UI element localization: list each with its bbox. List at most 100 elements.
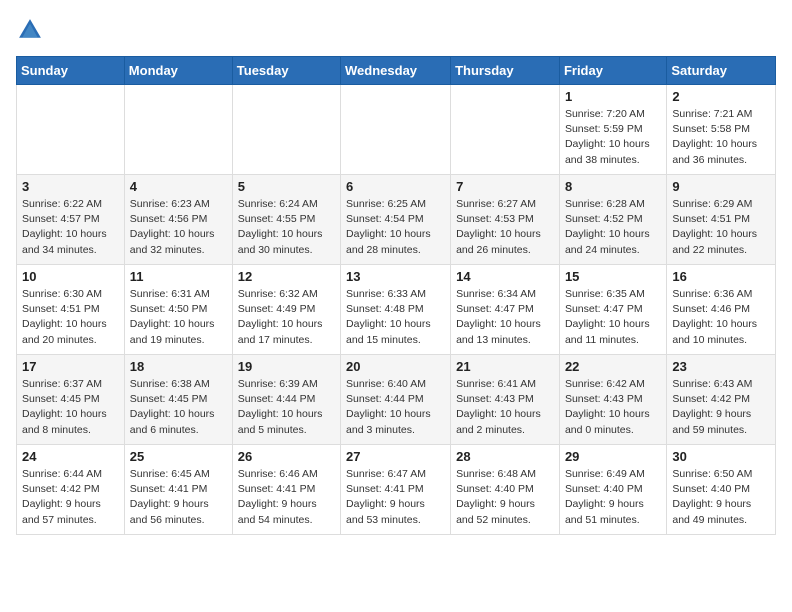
day-info: Sunrise: 6:46 AM Sunset: 4:41 PM Dayligh…: [238, 467, 335, 528]
calendar-cell: 7Sunrise: 6:27 AM Sunset: 4:53 PM Daylig…: [451, 175, 560, 265]
day-info: Sunrise: 6:22 AM Sunset: 4:57 PM Dayligh…: [22, 197, 119, 258]
calendar-day-header: Sunday: [17, 57, 125, 85]
day-number: 2: [672, 89, 770, 104]
calendar-day-header: Monday: [124, 57, 232, 85]
logo: [16, 16, 48, 44]
calendar-cell: 29 Sunrise: 6:49 AM Sunset: 4:40 PM Dayli…: [559, 445, 666, 535]
calendar-cell: [232, 85, 340, 175]
calendar-cell: 21Sunrise: 6:41 AM Sunset: 4:43 PM Dayli…: [451, 355, 560, 445]
day-number: 20: [346, 359, 445, 374]
logo-icon: [16, 16, 44, 44]
day-info: Sunrise: 6:40 AM Sunset: 4:44 PM Dayligh…: [346, 377, 445, 438]
calendar-table: SundayMondayTuesdayWednesdayThursdayFrid…: [16, 56, 776, 535]
day-info: Sunrise: 6:44 AM Sunset: 4:42 PM Dayligh…: [22, 467, 119, 528]
calendar-cell: 13 Sunrise: 6:33 AM Sunset: 4:48 PM Dayli…: [341, 265, 451, 355]
day-info: Sunrise: 6:30 AM Sunset: 4:51 PM Dayligh…: [22, 287, 119, 348]
calendar-cell: 24 Sunrise: 6:44 AM Sunset: 4:42 PM Dayli…: [17, 445, 125, 535]
calendar-cell: 1Sunrise: 7:20 AM Sunset: 5:59 PM Daylig…: [559, 85, 666, 175]
calendar-cell: 16 Sunrise: 6:36 AM Sunset: 4:46 PM Dayli…: [667, 265, 776, 355]
day-info: Sunrise: 6:34 AM Sunset: 4:47 PM Dayligh…: [456, 287, 554, 348]
calendar-cell: 28Sunrise: 6:48 AM Sunset: 4:40 PM Dayli…: [451, 445, 560, 535]
calendar-cell: 5 Sunrise: 6:24 AM Sunset: 4:55 PM Daylig…: [232, 175, 340, 265]
day-number: 12: [238, 269, 335, 284]
day-info: Sunrise: 6:24 AM Sunset: 4:55 PM Dayligh…: [238, 197, 335, 258]
day-info: Sunrise: 6:28 AM Sunset: 4:52 PM Dayligh…: [565, 197, 661, 258]
day-number: 25: [130, 449, 227, 464]
calendar-week-row: 1Sunrise: 7:20 AM Sunset: 5:59 PM Daylig…: [17, 85, 776, 175]
calendar-cell: 25 Sunrise: 6:45 AM Sunset: 4:41 PM Dayli…: [124, 445, 232, 535]
calendar-cell: 26 Sunrise: 6:46 AM Sunset: 4:41 PM Dayli…: [232, 445, 340, 535]
day-number: 21: [456, 359, 554, 374]
calendar-week-row: 3 Sunrise: 6:22 AM Sunset: 4:57 PM Daylig…: [17, 175, 776, 265]
day-number: 24: [22, 449, 119, 464]
calendar-cell: 14Sunrise: 6:34 AM Sunset: 4:47 PM Dayli…: [451, 265, 560, 355]
day-number: 26: [238, 449, 335, 464]
calendar-week-row: 17 Sunrise: 6:37 AM Sunset: 4:45 PM Dayli…: [17, 355, 776, 445]
day-info: Sunrise: 6:29 AM Sunset: 4:51 PM Dayligh…: [672, 197, 770, 258]
day-number: 29: [565, 449, 661, 464]
day-info: Sunrise: 6:23 AM Sunset: 4:56 PM Dayligh…: [130, 197, 227, 258]
calendar-day-header: Saturday: [667, 57, 776, 85]
calendar-cell: 27 Sunrise: 6:47 AM Sunset: 4:41 PM Dayli…: [341, 445, 451, 535]
calendar-body: 1Sunrise: 7:20 AM Sunset: 5:59 PM Daylig…: [17, 85, 776, 535]
day-info: Sunrise: 7:20 AM Sunset: 5:59 PM Dayligh…: [565, 107, 661, 168]
calendar-day-header: Friday: [559, 57, 666, 85]
calendar-cell: 11 Sunrise: 6:31 AM Sunset: 4:50 PM Dayli…: [124, 265, 232, 355]
calendar-cell: 19 Sunrise: 6:39 AM Sunset: 4:44 PM Dayli…: [232, 355, 340, 445]
calendar-cell: 8 Sunrise: 6:28 AM Sunset: 4:52 PM Daylig…: [559, 175, 666, 265]
calendar-header: SundayMondayTuesdayWednesdayThursdayFrid…: [17, 57, 776, 85]
calendar-cell: 12 Sunrise: 6:32 AM Sunset: 4:49 PM Dayli…: [232, 265, 340, 355]
day-info: Sunrise: 6:39 AM Sunset: 4:44 PM Dayligh…: [238, 377, 335, 438]
calendar-cell: 6 Sunrise: 6:25 AM Sunset: 4:54 PM Daylig…: [341, 175, 451, 265]
day-number: 23: [672, 359, 770, 374]
day-number: 9: [672, 179, 770, 194]
calendar-week-row: 10 Sunrise: 6:30 AM Sunset: 4:51 PM Dayli…: [17, 265, 776, 355]
day-info: Sunrise: 6:48 AM Sunset: 4:40 PM Dayligh…: [456, 467, 554, 528]
day-info: Sunrise: 6:49 AM Sunset: 4:40 PM Dayligh…: [565, 467, 661, 528]
day-info: Sunrise: 6:32 AM Sunset: 4:49 PM Dayligh…: [238, 287, 335, 348]
calendar-cell: 4 Sunrise: 6:23 AM Sunset: 4:56 PM Daylig…: [124, 175, 232, 265]
calendar-cell: [124, 85, 232, 175]
day-number: 7: [456, 179, 554, 194]
calendar-cell: [341, 85, 451, 175]
day-info: Sunrise: 6:47 AM Sunset: 4:41 PM Dayligh…: [346, 467, 445, 528]
day-number: 3: [22, 179, 119, 194]
day-number: 18: [130, 359, 227, 374]
day-number: 5: [238, 179, 335, 194]
day-number: 4: [130, 179, 227, 194]
day-info: Sunrise: 6:35 AM Sunset: 4:47 PM Dayligh…: [565, 287, 661, 348]
day-info: Sunrise: 6:33 AM Sunset: 4:48 PM Dayligh…: [346, 287, 445, 348]
calendar-day-header: Thursday: [451, 57, 560, 85]
day-number: 30: [672, 449, 770, 464]
day-info: Sunrise: 6:38 AM Sunset: 4:45 PM Dayligh…: [130, 377, 227, 438]
day-info: Sunrise: 6:43 AM Sunset: 4:42 PM Dayligh…: [672, 377, 770, 438]
day-info: Sunrise: 6:42 AM Sunset: 4:43 PM Dayligh…: [565, 377, 661, 438]
day-number: 15: [565, 269, 661, 284]
day-number: 19: [238, 359, 335, 374]
day-number: 16: [672, 269, 770, 284]
day-number: 13: [346, 269, 445, 284]
calendar-week-row: 24 Sunrise: 6:44 AM Sunset: 4:42 PM Dayli…: [17, 445, 776, 535]
calendar-cell: 10 Sunrise: 6:30 AM Sunset: 4:51 PM Dayli…: [17, 265, 125, 355]
calendar-cell: 23 Sunrise: 6:43 AM Sunset: 4:42 PM Dayli…: [667, 355, 776, 445]
day-info: Sunrise: 6:37 AM Sunset: 4:45 PM Dayligh…: [22, 377, 119, 438]
day-number: 6: [346, 179, 445, 194]
day-info: Sunrise: 6:50 AM Sunset: 4:40 PM Dayligh…: [672, 467, 770, 528]
calendar-cell: 15 Sunrise: 6:35 AM Sunset: 4:47 PM Dayli…: [559, 265, 666, 355]
calendar-day-header: Tuesday: [232, 57, 340, 85]
calendar-cell: [451, 85, 560, 175]
day-info: Sunrise: 6:25 AM Sunset: 4:54 PM Dayligh…: [346, 197, 445, 258]
day-info: Sunrise: 6:45 AM Sunset: 4:41 PM Dayligh…: [130, 467, 227, 528]
day-number: 10: [22, 269, 119, 284]
day-number: 11: [130, 269, 227, 284]
calendar-cell: 30 Sunrise: 6:50 AM Sunset: 4:40 PM Dayli…: [667, 445, 776, 535]
day-number: 27: [346, 449, 445, 464]
calendar-cell: 3 Sunrise: 6:22 AM Sunset: 4:57 PM Daylig…: [17, 175, 125, 265]
calendar-cell: [17, 85, 125, 175]
day-info: Sunrise: 6:31 AM Sunset: 4:50 PM Dayligh…: [130, 287, 227, 348]
day-info: Sunrise: 6:36 AM Sunset: 4:46 PM Dayligh…: [672, 287, 770, 348]
day-number: 8: [565, 179, 661, 194]
calendar-cell: 2Sunrise: 7:21 AM Sunset: 5:58 PM Daylig…: [667, 85, 776, 175]
calendar-cell: 20 Sunrise: 6:40 AM Sunset: 4:44 PM Dayli…: [341, 355, 451, 445]
day-number: 17: [22, 359, 119, 374]
